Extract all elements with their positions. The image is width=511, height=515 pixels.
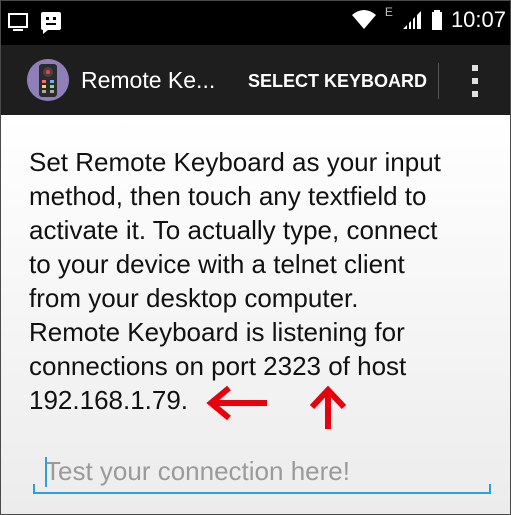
text-cursor [45, 457, 47, 487]
remote-control-app-icon[interactable] [27, 59, 69, 101]
app-title[interactable]: Remote Ke... [81, 67, 215, 94]
left-arrow-annotation [206, 385, 267, 421]
status-right-icons: E 10:07 [351, 5, 506, 33]
overflow-menu-icon[interactable] [463, 63, 487, 99]
action-bar: Remote Ke... SELECT KEYBOARD [1, 45, 510, 115]
battery-icon [431, 10, 442, 30]
action-bar-divider [438, 63, 439, 99]
up-arrow-annotation [309, 385, 347, 429]
signal-icon [402, 11, 421, 29]
clock: 10:07 [450, 7, 506, 32]
wifi-icon [351, 10, 376, 29]
main-content: Set Remote Keyboard as your input method… [1, 115, 510, 514]
input-underline-left-tick [33, 484, 35, 494]
network-type-label: E [384, 5, 393, 19]
screen-icon [8, 13, 28, 31]
app-window: E 10:07 Remote Ke... SELECT KEYBOARD Set… [0, 0, 511, 515]
status-bar: E 10:07 [1, 1, 510, 45]
status-left-icons [7, 10, 63, 34]
instructions-text: Set Remote Keyboard as your input method… [29, 147, 441, 415]
test-connection-input[interactable] [33, 450, 491, 494]
input-underline-right-tick [489, 484, 491, 494]
select-keyboard-button[interactable]: SELECT KEYBOARD [236, 67, 439, 95]
notification-face-icon [41, 12, 61, 34]
